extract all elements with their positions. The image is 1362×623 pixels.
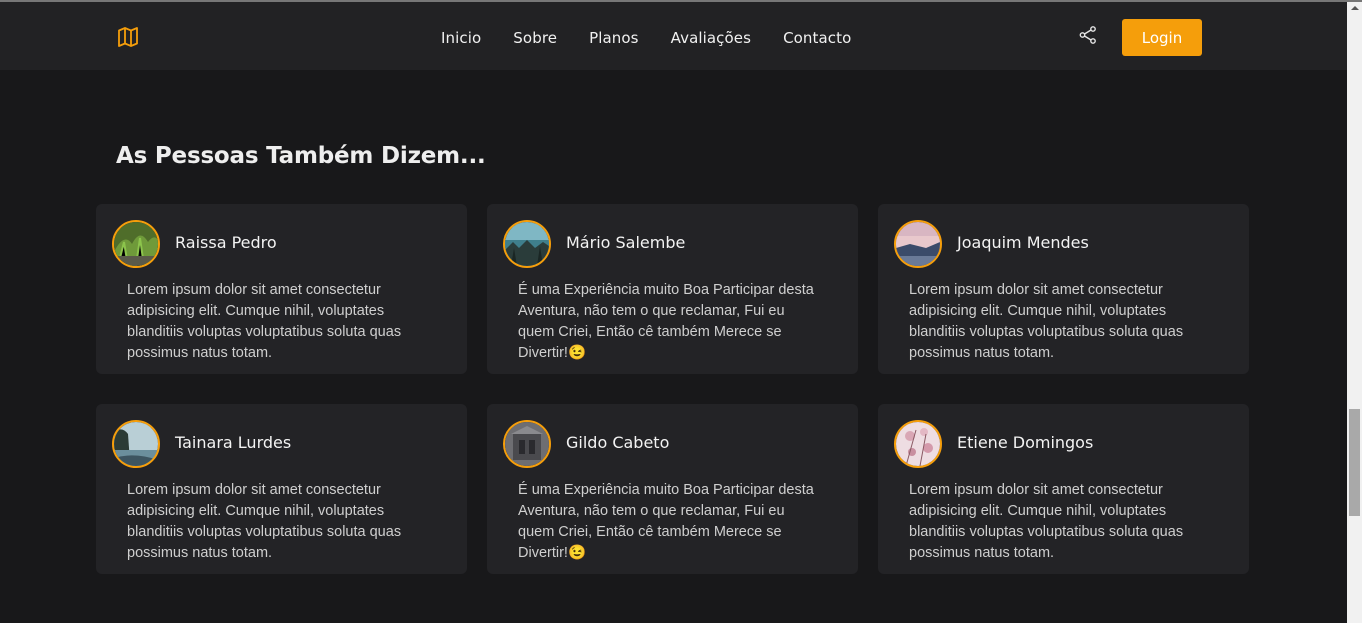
review-card: Tainara Lurdes Lorem ipsum dolor sit ame…: [96, 404, 467, 574]
map-icon[interactable]: [116, 25, 140, 49]
avatar: [112, 220, 160, 268]
scroll-up-arrow-icon[interactable]: [1351, 6, 1359, 10]
nav-link-sobre[interactable]: Sobre: [513, 26, 557, 50]
avatar: [894, 420, 942, 468]
review-text: É uma Experiência muito Boa Participar d…: [518, 282, 814, 361]
reviewer-name: Joaquim Mendes: [957, 233, 1089, 252]
review-card: Etiene Domingos Lorem ipsum dolor sit am…: [878, 404, 1249, 574]
avatar: [894, 220, 942, 268]
site-header: Inicio Sobre Planos Avaliações Contacto …: [0, 2, 1347, 70]
reviewer-name: Mário Salembe: [566, 233, 686, 252]
section-title: As Pessoas Também Dizem...: [116, 143, 486, 169]
nav-link-planos[interactable]: Planos: [589, 26, 639, 50]
scrollbar[interactable]: [1347, 2, 1362, 623]
review-text: Lorem ipsum dolor sit amet consectetur a…: [127, 282, 402, 361]
review-text: Lorem ipsum dolor sit amet consectetur a…: [909, 282, 1184, 361]
reviews-grid: Raissa Pedro Lorem ipsum dolor sit amet …: [96, 204, 1249, 574]
nav-link-contacto[interactable]: Contacto: [783, 26, 851, 50]
review-text: Lorem ipsum dolor sit amet consectetur a…: [909, 482, 1184, 561]
review-card: Mário Salembe É uma Experiência muito Bo…: [487, 204, 858, 374]
avatar: [503, 420, 551, 468]
reviewer-name: Raissa Pedro: [175, 233, 277, 252]
review-text: Lorem ipsum dolor sit amet consectetur a…: [127, 482, 402, 561]
nav-link-inicio[interactable]: Inicio: [441, 26, 481, 50]
review-card: Gildo Cabeto É uma Experiência muito Boa…: [487, 404, 858, 574]
avatar: [503, 220, 551, 268]
review-card: Joaquim Mendes Lorem ipsum dolor sit ame…: [878, 204, 1249, 374]
reviewer-name: Etiene Domingos: [957, 433, 1094, 452]
share-icon[interactable]: [1078, 25, 1098, 45]
reviewer-name: Tainara Lurdes: [175, 433, 292, 452]
main-nav: Inicio Sobre Planos Avaliações Contacto: [441, 26, 851, 50]
avatar: [112, 420, 160, 468]
review-card: Raissa Pedro Lorem ipsum dolor sit amet …: [96, 204, 467, 374]
scrollbar-thumb[interactable]: [1349, 409, 1360, 516]
nav-link-avaliacoes[interactable]: Avaliações: [671, 26, 751, 50]
review-text: É uma Experiência muito Boa Participar d…: [518, 482, 814, 561]
reviewer-name: Gildo Cabeto: [566, 433, 670, 452]
login-button[interactable]: Login: [1122, 19, 1202, 56]
